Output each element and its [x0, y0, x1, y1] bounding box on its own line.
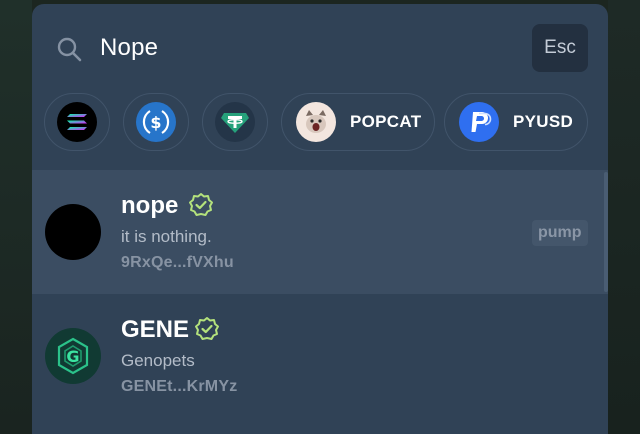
backdrop-left — [0, 0, 32, 434]
popcat-avatar — [296, 102, 336, 142]
pyusd-icon — [459, 102, 499, 142]
verified-badge-icon — [195, 317, 219, 340]
search-row: Nope Esc — [32, 4, 608, 90]
solana-icon — [57, 102, 97, 142]
usdc-icon: $ — [136, 102, 176, 142]
search-input[interactable]: Nope — [100, 34, 158, 62]
chip-label-pyusd: PYUSD — [513, 112, 574, 131]
svg-text:$: $ — [150, 113, 161, 132]
chip-label-popcat: POPCAT — [350, 112, 422, 131]
token-name: GENE — [121, 316, 190, 343]
chip-popcat[interactable]: POPCAT — [281, 93, 435, 151]
platform-badge: pump — [532, 220, 588, 246]
search-icon — [57, 37, 82, 62]
token-address[interactable]: 9RxQe...fVXhu — [121, 254, 234, 272]
backdrop-right — [608, 0, 640, 434]
tether-icon — [215, 102, 255, 142]
token-name: nope — [121, 192, 179, 219]
token-description: Genopets — [121, 351, 195, 370]
result-row-gene[interactable]: G GENE Genopets GENEt...KrMYz — [32, 294, 608, 418]
popular-tokens-row: $ POPCAT PYUSD — [44, 93, 604, 153]
verified-badge-icon — [189, 193, 213, 216]
result-row-nope[interactable]: nope it is nothing. 9RxQe...fVXhu pump — [32, 170, 608, 294]
token-description: it is nothing. — [121, 227, 212, 246]
svg-text:G: G — [66, 347, 79, 366]
scrollbar-thumb[interactable] — [604, 172, 608, 292]
token-address[interactable]: GENEt...KrMYz — [121, 378, 237, 396]
chip-usdc[interactable]: $ — [123, 93, 189, 151]
esc-button[interactable]: Esc — [532, 24, 588, 72]
chip-pyusd[interactable]: PYUSD — [444, 93, 588, 151]
chip-usdt[interactable] — [202, 93, 268, 151]
token-avatar — [45, 204, 101, 260]
token-search-panel: Nope Esc $ POPCAT PYUSD nope it is nothi… — [32, 4, 608, 434]
chip-solana[interactable] — [44, 93, 110, 151]
token-avatar: G — [45, 328, 101, 384]
